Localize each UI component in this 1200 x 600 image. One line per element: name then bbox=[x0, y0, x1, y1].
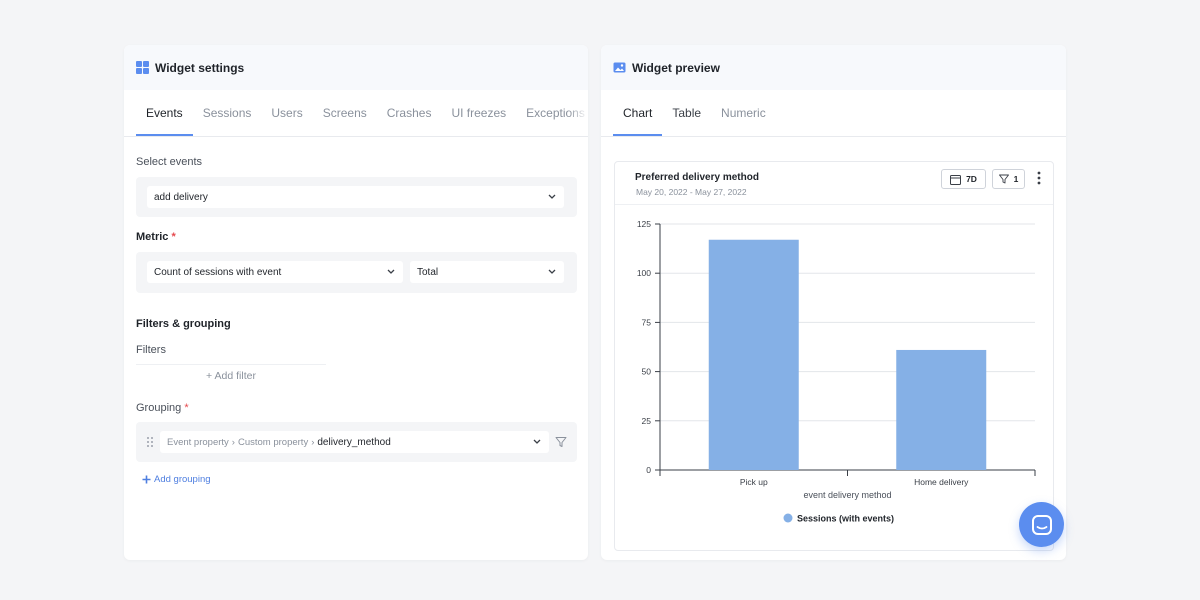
add-grouping-button[interactable]: Add grouping bbox=[142, 474, 211, 485]
add-filter-button[interactable]: + Add filter bbox=[136, 364, 326, 386]
plus-icon bbox=[142, 475, 151, 484]
tab-users[interactable]: Users bbox=[261, 90, 312, 136]
tab-chart[interactable]: Chart bbox=[613, 90, 663, 136]
chart-card: Preferred delivery method May 20, 2022 -… bbox=[614, 161, 1054, 551]
chat-button[interactable] bbox=[1019, 502, 1064, 547]
grouping-label: Grouping * bbox=[136, 402, 189, 414]
event-select[interactable]: add delivery bbox=[147, 186, 564, 208]
image-icon bbox=[613, 62, 626, 73]
add-grouping-label: Add grouping bbox=[154, 474, 211, 485]
bar bbox=[896, 349, 987, 470]
widget-preview-header: Widget preview bbox=[601, 45, 1066, 90]
preview-tabs: Chart Table Numeric bbox=[601, 90, 1066, 137]
chart-legend: Sessions (with events) bbox=[783, 513, 894, 524]
bar-chart: 0 25 50 75 100 125 Pick up Home delivery event d… bbox=[637, 219, 1036, 524]
filters-label: Filters bbox=[136, 344, 166, 356]
widget-preview-title: Widget preview bbox=[632, 60, 720, 75]
event-select-value: add delivery bbox=[154, 191, 208, 203]
grouping-crumb-custom-property: Custom property bbox=[237, 436, 309, 448]
y-tick-label: 50 bbox=[642, 367, 652, 377]
drag-handle-icon[interactable] bbox=[146, 436, 154, 448]
select-events-label: Select events bbox=[136, 156, 203, 168]
grouping-box: Event property › Custom property › deliv… bbox=[136, 422, 577, 462]
legend-label: Sessions (with events) bbox=[797, 514, 894, 524]
chevron-down-icon bbox=[533, 439, 541, 444]
breadcrumb-separator: › bbox=[231, 436, 235, 448]
bar bbox=[708, 239, 799, 470]
tab-screens[interactable]: Screens bbox=[313, 90, 377, 136]
grouping-label-text: Grouping bbox=[136, 402, 182, 414]
y-tick-label: 100 bbox=[637, 268, 651, 278]
select-events-box: add delivery bbox=[136, 177, 577, 217]
tab-ui-freezes[interactable]: UI freezes bbox=[441, 90, 516, 136]
y-tick-label: 0 bbox=[646, 465, 651, 475]
grouping-crumb-event-property: Event property bbox=[167, 436, 229, 448]
chevron-down-icon bbox=[548, 194, 556, 199]
legend-swatch bbox=[783, 513, 793, 523]
aggregation-select[interactable]: Total bbox=[410, 261, 564, 283]
y-tick-label: 75 bbox=[642, 317, 652, 327]
metric-select[interactable]: Count of sessions with event bbox=[147, 261, 403, 283]
grouping-crumb-property: delivery_method bbox=[317, 436, 391, 448]
tab-sessions[interactable]: Sessions bbox=[193, 90, 262, 136]
settings-tabs: Events Sessions Users Screens Crashes UI… bbox=[124, 90, 588, 137]
tab-numeric[interactable]: Numeric bbox=[711, 90, 776, 136]
grouping-select[interactable]: Event property › Custom property › deliv… bbox=[160, 431, 549, 453]
filters-grouping-heading: Filters & grouping bbox=[136, 318, 231, 330]
tab-table[interactable]: Table bbox=[662, 90, 711, 136]
x-tick-label: Home delivery bbox=[914, 477, 969, 487]
aggregation-select-value: Total bbox=[417, 266, 439, 278]
tab-events[interactable]: Events bbox=[136, 90, 193, 136]
tab-crashes[interactable]: Crashes bbox=[377, 90, 442, 136]
chat-icon bbox=[1031, 514, 1052, 535]
y-tick-label: 25 bbox=[642, 416, 652, 426]
filter-icon[interactable] bbox=[555, 436, 567, 448]
metric-box: Count of sessions with event Total bbox=[136, 252, 577, 293]
widget-settings-title: Widget settings bbox=[155, 60, 245, 75]
chevron-down-icon bbox=[548, 269, 556, 274]
metric-label-text: Metric bbox=[136, 231, 169, 243]
grid-icon bbox=[136, 61, 149, 74]
metric-label: Metric * bbox=[136, 231, 176, 243]
metric-select-value: Count of sessions with event bbox=[154, 266, 282, 278]
breadcrumb-separator: › bbox=[311, 436, 315, 448]
x-tick-label: Pick up bbox=[740, 477, 768, 487]
x-axis-label: event delivery method bbox=[803, 490, 891, 500]
grouping-required-mark: * bbox=[184, 402, 189, 414]
widget-preview-panel: Widget preview Chart Table Numeric Prefe… bbox=[601, 45, 1066, 560]
tabs-fade bbox=[568, 90, 588, 136]
widget-settings-panel: Widget settings Events Sessions Users Sc… bbox=[124, 45, 588, 560]
widget-settings-header: Widget settings bbox=[124, 45, 588, 90]
chevron-down-icon bbox=[387, 269, 395, 274]
metric-required-mark: * bbox=[171, 231, 176, 243]
y-tick-label: 125 bbox=[637, 219, 651, 229]
